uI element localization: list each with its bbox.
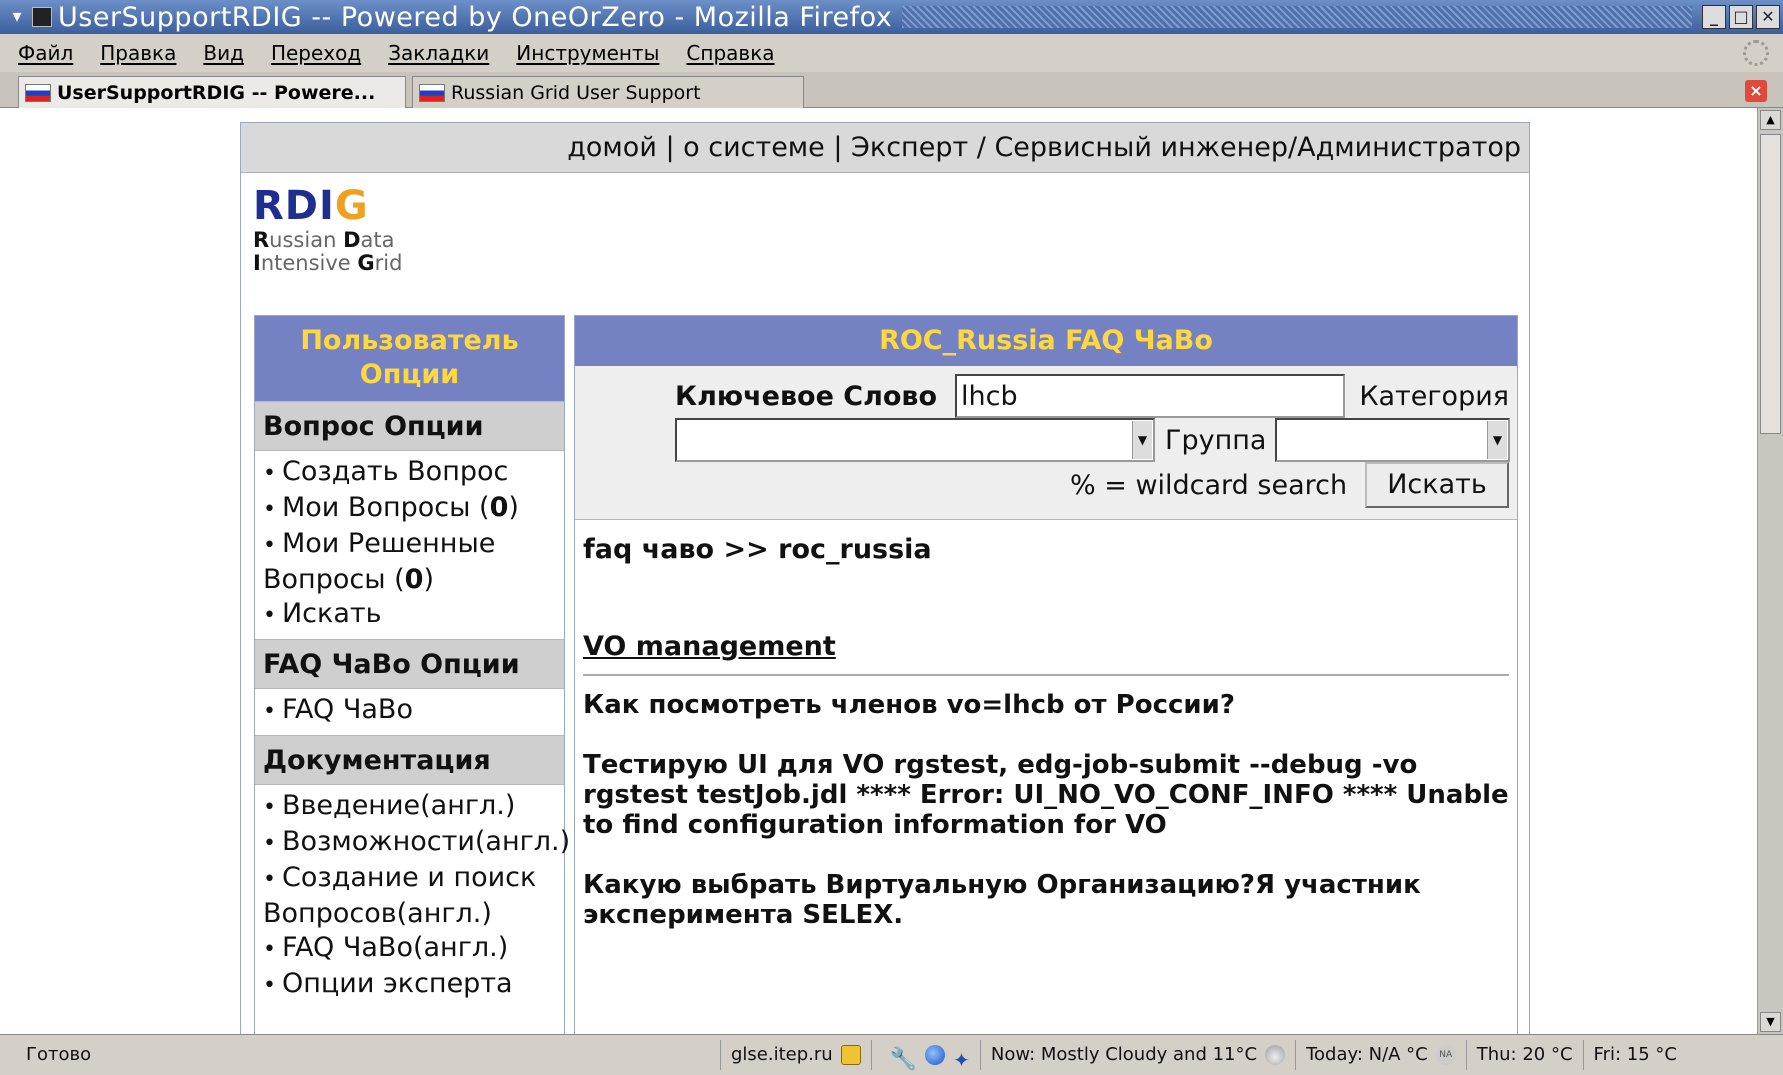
weather-thu[interactable]: Thu: 20 °C [1465,1039,1583,1070]
menu-bookmarks[interactable]: Закладки [388,41,489,65]
divider [583,674,1509,676]
sidebar-item-faq[interactable]: FAQ ЧаВо [263,693,560,729]
menu-edit[interactable]: Правка [100,41,176,65]
sidebar-item-features[interactable]: Возможности(англ.) [263,825,570,861]
group-select[interactable]: ▼ [1275,418,1510,462]
scroll-up-icon[interactable]: ▲ [1760,110,1781,130]
chevron-down-icon[interactable]: ▼ [1132,421,1152,459]
close-window-icon[interactable]: ✕ [1756,5,1780,29]
tab-label: UserSupportRDIG -- Powere... [57,81,376,104]
logo-subtitle: Russian Data Intensive Grid [253,228,403,275]
menu-view[interactable]: Вид [203,41,244,65]
host-cell: glse.itep.ru [720,1039,871,1070]
vertical-scrollbar[interactable]: ▲ ▼ [1757,108,1783,1034]
sidebar-item-introduction[interactable]: Введение(англ.) [263,789,560,825]
extension-icons: 🔧 ✦ [870,1039,980,1072]
main-header: ROC_Russia FAQ ЧаВо [575,316,1517,366]
cloud-icon [1265,1044,1286,1065]
vo-management-link[interactable]: VO management [583,631,836,662]
page-container: домой | о системе | Эксперт / Сервисный … [240,122,1530,1034]
keyword-input[interactable] [955,374,1345,418]
lock-icon[interactable] [840,1044,861,1065]
faq-options-list: FAQ ЧаВо [255,689,564,735]
sidebar-header: Пользователь Опции [255,316,564,401]
app-icon [32,7,52,27]
weather-fri[interactable]: Fri: 15 °C [1582,1039,1687,1070]
faq-content: faq чаво >> roc_russia VO management Как… [575,520,1517,930]
weather-now[interactable]: Now: Mostly Cloudy and 11°C [979,1039,1295,1070]
tab-label: Russian Grid User Support [451,81,701,104]
group-label: Группа [1165,425,1267,456]
menu-bar: Файл Правка Вид Переход Закладки Инструм… [0,34,1783,72]
window-menu-icon[interactable]: ▾ [6,6,28,28]
faq-main-panel: ROC_Russia FAQ ЧаВо Ключевое Слово Катег… [574,315,1518,1034]
sidebar-item-my-solved-questions[interactable]: Мои Решенные Вопросы (0) [263,527,560,597]
weather-today[interactable]: Today: N/A °C NA [1295,1039,1466,1070]
documentation-list: Введение(англ.) Возможности(англ.) Созда… [255,785,570,1009]
category-select[interactable]: ▼ [675,418,1155,462]
satellite-icon[interactable]: ✦ [953,1045,970,1072]
minimize-icon[interactable]: _ [1702,5,1726,29]
menu-file[interactable]: Файл [18,41,73,65]
host-name: glse.itep.ru [731,1043,833,1065]
faq-question-item[interactable]: Как посмотреть членов vo=lhcb от России? [583,690,1509,720]
russia-flag-icon [419,83,445,102]
rdig-logo: RDIG Russian Data Intensive Grid [253,183,433,283]
sidebar-item-create-question[interactable]: Создать Вопрос [263,455,560,491]
sidebar-section-question-options: Вопрос Опции [255,401,564,451]
keyword-label: Ключевое Слово [675,381,938,412]
faq-question-item[interactable]: Тестирую UI для VO rgstest, edg-job-subm… [583,750,1509,840]
sidebar-section-faq-options: FAQ ЧаВо Опции [255,639,564,689]
status-text: Готово [26,1043,92,1065]
window-titlebar: ▾ UserSupportRDIG -- Powered by OneOrZer… [0,0,1783,34]
menu-help[interactable]: Справка [686,41,774,65]
page-viewport: домой | о системе | Эксперт / Сервисный … [0,108,1757,1034]
logo-mark: RDIG [253,183,369,229]
sidebar-item-faq-english[interactable]: FAQ ЧаВо(англ.) [263,931,560,967]
sidebar-item-expert-options[interactable]: Опции эксперта [263,967,560,1003]
tab-usersupport[interactable]: UserSupportRDIG -- Powere... [18,76,406,108]
top-navigation: домой | о системе | Эксперт / Сервисный … [241,123,1529,173]
close-tab-icon[interactable]: × [1745,80,1767,102]
category-label: Категория [1359,381,1509,412]
wrench-icon[interactable]: 🔧 [890,1045,917,1072]
search-button[interactable]: Искать [1365,462,1509,508]
sidebar-item-my-questions[interactable]: Мои Вопросы (0) [263,491,560,527]
sidebar-item-create-search-questions[interactable]: Создание и поиск Вопросов(англ.) [263,861,560,931]
window-title: UserSupportRDIG -- Powered by OneOrZero … [58,1,893,33]
question-options-list: Создать Вопрос Мои Вопросы (0) Мои Решен… [255,451,564,639]
tab-russian-grid[interactable]: Russian Grid User Support [412,76,804,108]
faq-question-item[interactable]: Какую выбрать Виртуальную Организацию?Я … [583,870,1509,930]
menu-go[interactable]: Переход [271,41,361,65]
scroll-thumb[interactable] [1760,134,1781,434]
tab-bar: UserSupportRDIG -- Powere... Russian Gri… [0,72,1783,108]
russia-flag-icon [25,83,51,102]
titlebar-fill [902,6,1692,28]
faq-search-form: Ключевое Слово Категория ▼ Группа ▼ % = … [575,366,1517,520]
sidebar-section-documentation: Документация [255,735,564,785]
menu-tools[interactable]: Инструменты [516,41,659,65]
na-weather-icon: NA [1435,1044,1456,1065]
sidebar-item-search[interactable]: Искать [263,597,560,633]
chevron-down-icon[interactable]: ▼ [1487,421,1507,459]
scroll-down-icon[interactable]: ▼ [1760,1012,1781,1032]
throbber-icon [1743,40,1769,66]
status-bar: Готово glse.itep.ru 🔧 ✦ Now: Mostly Clou… [0,1034,1783,1074]
maximize-icon[interactable]: □ [1729,5,1753,29]
top-nav-links[interactable]: домой | о системе | Эксперт / Сервисный … [567,132,1521,163]
globe-icon[interactable] [925,1044,946,1065]
user-options-sidebar: Пользователь Опции Вопрос Опции Создать … [254,315,570,1034]
wildcard-hint: % = wildcard search [1070,470,1348,501]
breadcrumb: faq чаво >> roc_russia [583,534,932,565]
